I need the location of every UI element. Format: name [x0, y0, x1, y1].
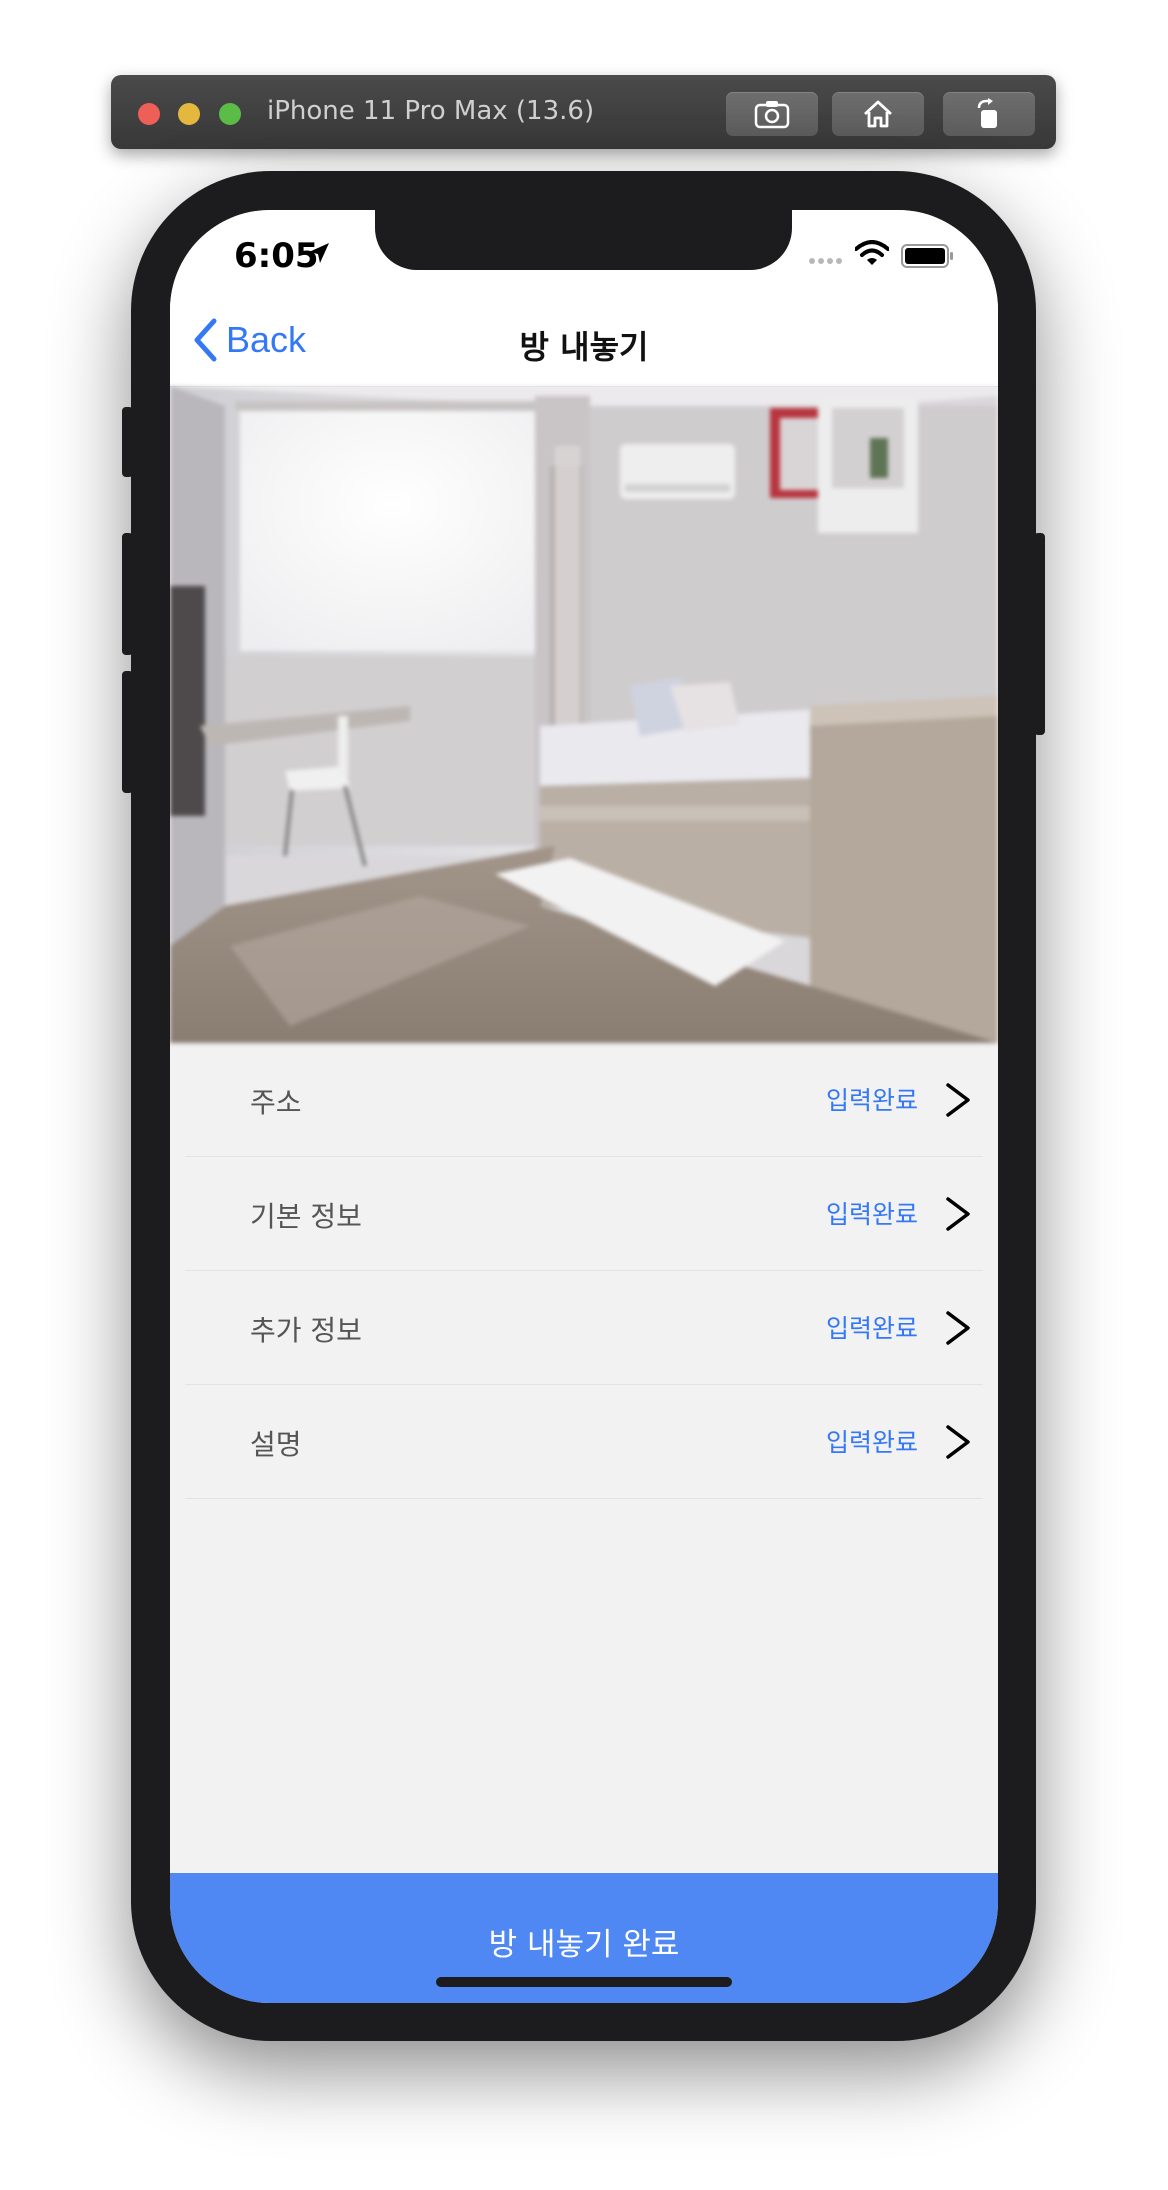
power-button [1034, 533, 1045, 735]
battery-icon [901, 244, 953, 268]
list-item-address[interactable]: 주소 입력완료 [170, 1043, 998, 1157]
listing-steps-list: 주소 입력완료 기본 정보 입력완료 추가 정보 입력완료 설명 입력완료 [170, 1043, 998, 1499]
minimize-window-button[interactable] [178, 103, 200, 125]
home-button[interactable] [832, 92, 924, 136]
cellular-signal-icon [809, 258, 842, 264]
wifi-icon [855, 240, 889, 265]
chevron-right-icon [946, 1083, 970, 1117]
list-item-description[interactable]: 설명 입력완료 [170, 1385, 998, 1499]
navigation-bar: Back 방 내놓기 [170, 298, 998, 387]
row-status: 입력완료 [825, 1200, 918, 1229]
row-label: 설명 [250, 1428, 302, 1461]
row-label: 주소 [250, 1086, 302, 1119]
screenshot-button[interactable] [726, 92, 818, 136]
page-title: 방 내놓기 [519, 328, 649, 366]
simulator-toolbar: iPhone 11 Pro Max (13.6) [111, 75, 1056, 149]
rotate-icon [977, 98, 997, 128]
row-divider [185, 1498, 983, 1499]
rotate-button[interactable] [943, 92, 1035, 136]
device-screen: 6:05 Back 방 내놓기 주소 입력완료 기본 정보 입력완료 추가 정보… [170, 210, 998, 2003]
chevron-right-icon [946, 1311, 970, 1345]
row-label: 기본 정보 [250, 1200, 362, 1233]
simulator-title: iPhone 11 Pro Max (13.6) [267, 96, 595, 126]
screenshot-icon [754, 101, 790, 129]
row-status: 입력완료 [825, 1086, 918, 1115]
home-indicator[interactable] [436, 1977, 732, 1987]
close-window-button[interactable] [138, 103, 160, 125]
complete-listing-label: 방 내놓기 완료 [488, 1927, 680, 1963]
chevron-right-icon [946, 1425, 970, 1459]
row-status: 입력완료 [825, 1428, 918, 1457]
zoom-window-button[interactable] [219, 103, 241, 125]
volume-up-button [122, 533, 133, 655]
home-icon [864, 100, 892, 128]
notch [375, 210, 792, 270]
volume-down-button [122, 671, 133, 793]
location-arrow-icon [309, 243, 329, 263]
room-photo [170, 386, 998, 1043]
row-status: 입력완료 [825, 1314, 918, 1343]
status-time: 6:05 [234, 236, 319, 276]
list-item-basic-info[interactable]: 기본 정보 입력완료 [170, 1157, 998, 1271]
row-label: 추가 정보 [250, 1314, 362, 1347]
list-item-additional-info[interactable]: 추가 정보 입력완료 [170, 1271, 998, 1385]
silent-switch [122, 407, 133, 477]
chevron-right-icon [946, 1197, 970, 1231]
